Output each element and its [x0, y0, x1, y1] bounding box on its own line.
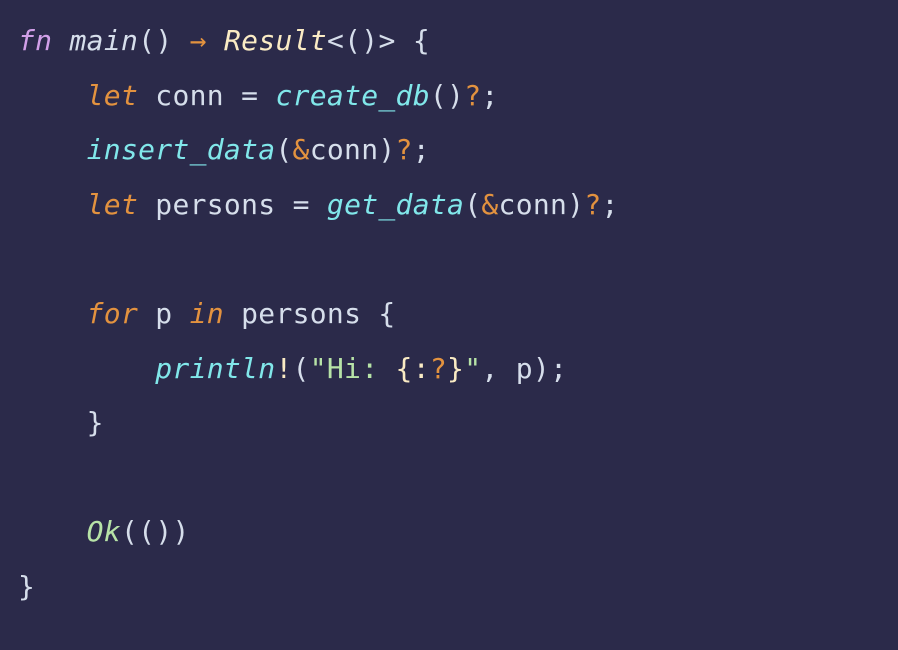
- macro-println: println: [155, 352, 275, 385]
- keyword-let: let: [87, 188, 138, 221]
- paren-close: ): [155, 24, 172, 57]
- paren-close-outer: ): [172, 515, 189, 548]
- paren-close: ): [378, 133, 395, 166]
- keyword-fn: fn: [18, 24, 52, 57]
- code-line-2: let conn = create_db()?;: [18, 79, 499, 112]
- paren-close: ): [567, 188, 584, 221]
- string-close: ": [464, 352, 481, 385]
- angle-open: <: [327, 24, 344, 57]
- format-debug: ?: [430, 352, 447, 385]
- brace-close: }: [18, 570, 35, 603]
- brace-open: {: [413, 24, 430, 57]
- semicolon: ;: [550, 352, 567, 385]
- paren-open-outer: (: [121, 515, 138, 548]
- indent: [18, 133, 87, 166]
- variable-persons: persons: [155, 188, 275, 221]
- arg-p: p: [516, 352, 533, 385]
- paren-close-inner: ): [155, 515, 172, 548]
- unit-open: (: [344, 24, 361, 57]
- indent: [18, 352, 155, 385]
- code-line-4: let persons = get_data(&conn)?;: [18, 188, 619, 221]
- format-colon: :: [413, 352, 430, 385]
- call-get-data: get_data: [327, 188, 464, 221]
- string-literal: "Hi:: [310, 352, 396, 385]
- equals: =: [241, 79, 258, 112]
- macro-bang: !: [275, 352, 292, 385]
- paren-open-inner: (: [138, 515, 155, 548]
- paren-open: (: [293, 352, 310, 385]
- iter-persons: persons: [241, 297, 361, 330]
- indent: [18, 515, 87, 548]
- brace-open: {: [378, 297, 395, 330]
- keyword-for: for: [87, 297, 138, 330]
- code-line-6: for p in persons {: [18, 297, 396, 330]
- indent: [18, 406, 87, 439]
- arg-conn: conn: [310, 133, 379, 166]
- unit-close: ): [361, 24, 378, 57]
- angle-close: >: [378, 24, 395, 57]
- try-operator: ?: [584, 188, 601, 221]
- variable-p: p: [155, 297, 172, 330]
- code-line-10: Ok(()): [18, 515, 190, 548]
- call-insert-data: insert_data: [87, 133, 276, 166]
- paren-close: ): [447, 79, 464, 112]
- keyword-let: let: [87, 79, 138, 112]
- function-name: main: [70, 24, 139, 57]
- code-block: fn main() → Result<()> { let conn = crea…: [18, 14, 880, 615]
- arg-conn: conn: [499, 188, 568, 221]
- type-result: Result: [224, 24, 327, 57]
- variable-conn: conn: [155, 79, 224, 112]
- ampersand: &: [293, 133, 310, 166]
- code-line-3: insert_data(&conn)?;: [18, 133, 430, 166]
- code-line-11: }: [18, 570, 35, 603]
- ampersand: &: [481, 188, 498, 221]
- paren-close: ): [533, 352, 550, 385]
- try-operator: ?: [464, 79, 481, 112]
- indent: [18, 79, 87, 112]
- semicolon: ;: [481, 79, 498, 112]
- code-line-7: println!("Hi: {:?}", p);: [18, 352, 567, 385]
- equals: =: [293, 188, 310, 221]
- comma: ,: [481, 352, 498, 385]
- paren-open: (: [275, 133, 292, 166]
- paren-open: (: [430, 79, 447, 112]
- ok-variant: Ok: [87, 515, 121, 548]
- indent: [18, 297, 87, 330]
- call-create-db: create_db: [275, 79, 429, 112]
- code-line-8: }: [18, 406, 104, 439]
- paren-open: (: [138, 24, 155, 57]
- paren-open: (: [464, 188, 481, 221]
- semicolon: ;: [602, 188, 619, 221]
- brace-close: }: [87, 406, 104, 439]
- format-brace-close: }: [447, 352, 464, 385]
- return-arrow: →: [190, 24, 207, 57]
- semicolon: ;: [413, 133, 430, 166]
- try-operator: ?: [396, 133, 413, 166]
- keyword-in: in: [190, 297, 224, 330]
- format-brace-open: {: [396, 352, 413, 385]
- indent: [18, 188, 87, 221]
- code-line-1: fn main() → Result<()> {: [18, 24, 430, 57]
